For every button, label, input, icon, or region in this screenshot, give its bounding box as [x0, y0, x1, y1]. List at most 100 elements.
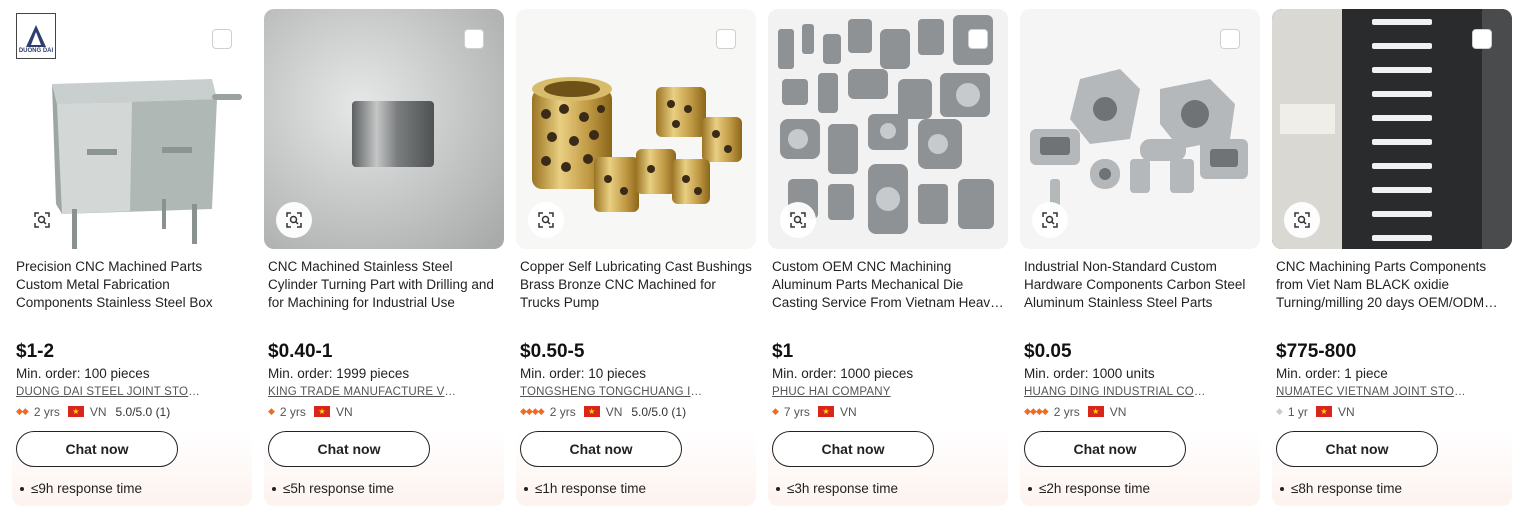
response-time: ≤2h response time	[1024, 481, 1256, 496]
product-image[interactable]: DUONG DAI	[12, 9, 252, 249]
supplier-link[interactable]: KING TRADE MANUFACTURE VIETNAM COMPANY	[268, 385, 458, 400]
product-price: $775-800	[1276, 341, 1357, 362]
bullet-icon	[1280, 486, 1284, 491]
min-order: Min. order: 10 pieces	[520, 366, 647, 381]
product-price: $0.50-5	[520, 341, 585, 362]
chat-now-button[interactable]: Chat now	[520, 431, 682, 467]
response-time-text: ≤3h response time	[787, 481, 898, 496]
supplier-meta: ◆◆◆◆ 2 yrs ★ VN	[1024, 404, 1256, 419]
product-card[interactable]: DUONG DAI Precision CNC Machined Parts C…	[12, 9, 252, 506]
brand-logo: DUONG DAI	[16, 13, 56, 59]
supplier-country: VN	[89, 404, 107, 419]
product-card[interactable]: Custom OEM CNC Machining Aluminum Parts …	[768, 9, 1008, 506]
response-time: ≤1h response time	[520, 481, 752, 496]
bullet-icon	[20, 486, 24, 491]
product-card[interactable]: CNC Machined Stainless Steel Cylinder Tu…	[264, 9, 504, 506]
select-checkbox[interactable]	[1220, 29, 1240, 49]
product-card[interactable]: Industrial Non-Standard Custom Hardware …	[1020, 9, 1260, 506]
response-time: ≤9h response time	[16, 481, 248, 496]
chat-now-button[interactable]: Chat now	[1024, 431, 1186, 467]
response-time-text: ≤1h response time	[535, 481, 646, 496]
bullet-icon	[1028, 486, 1032, 491]
supplier-link[interactable]: TONGSHENG TONGCHUANG INTELLIGENT	[520, 385, 710, 400]
product-card[interactable]: Copper Self Lubricating Cast Bushings Br…	[516, 9, 756, 506]
supplier-country: VN	[605, 404, 623, 419]
product-price: $1-2	[16, 341, 55, 362]
product-image[interactable]	[1272, 9, 1512, 249]
select-checkbox[interactable]	[716, 29, 736, 49]
product-image[interactable]	[1020, 9, 1260, 249]
product-title[interactable]: Industrial Non-Standard Custom Hardware …	[1024, 258, 1256, 312]
bullet-icon	[524, 486, 528, 491]
min-order: Min. order: 1000 units	[1024, 366, 1155, 381]
min-order: Min. order: 1 piece	[1276, 366, 1388, 381]
vietnam-flag-icon: ★	[313, 406, 330, 417]
bullet-icon	[776, 486, 780, 491]
bullet-icon	[272, 486, 276, 491]
min-order: Min. order: 100 pieces	[16, 366, 150, 381]
product-title[interactable]: CNC Machined Stainless Steel Cylinder Tu…	[268, 258, 500, 312]
supplier-rating: 5.0/5.0 (1)	[631, 404, 687, 419]
supplier-link[interactable]: HUANG DING INDUSTRIAL COMPANY LIMITED	[1024, 385, 1214, 400]
chat-now-button[interactable]: Chat now	[268, 431, 430, 467]
min-order: Min. order: 1000 pieces	[772, 366, 914, 381]
response-time-text: ≤5h response time	[283, 481, 394, 496]
supplier-years: 2 yrs	[279, 404, 306, 419]
min-order: Min. order: 1999 pieces	[268, 366, 410, 381]
image-search-icon[interactable]	[276, 202, 312, 238]
vietnam-flag-icon: ★	[1315, 406, 1332, 417]
product-image[interactable]	[768, 9, 1008, 249]
response-time-text: ≤8h response time	[1291, 481, 1402, 496]
image-search-icon[interactable]	[528, 202, 564, 238]
select-checkbox[interactable]	[464, 29, 484, 49]
response-time-text: ≤9h response time	[31, 481, 142, 496]
image-search-icon[interactable]	[24, 202, 60, 238]
supplier-meta: ◆ 7 yrs ★ VN	[772, 404, 1004, 419]
supplier-level-icon: ◆◆◆◆	[1024, 406, 1049, 416]
supplier-years: 2 yrs	[549, 404, 576, 419]
vietnam-flag-icon: ★	[67, 406, 84, 417]
product-price: $0.05	[1024, 341, 1072, 362]
image-search-icon[interactable]	[780, 202, 816, 238]
product-card[interactable]: CNC Machining Parts Components from Viet…	[1272, 9, 1512, 506]
select-checkbox[interactable]	[1472, 29, 1492, 49]
supplier-years: 2 yrs	[33, 404, 60, 419]
product-image[interactable]	[516, 9, 756, 249]
response-time-text: ≤2h response time	[1039, 481, 1150, 496]
supplier-years: 2 yrs	[1053, 404, 1080, 419]
chat-now-button[interactable]: Chat now	[16, 431, 178, 467]
vietnam-flag-icon: ★	[1087, 406, 1104, 417]
vietnam-flag-icon: ★	[583, 406, 600, 417]
supplier-link[interactable]: PHUC HAI COMPANY	[772, 385, 962, 400]
supplier-years: 7 yrs	[783, 404, 810, 419]
supplier-rating: 5.0/5.0 (1)	[115, 404, 171, 419]
select-checkbox[interactable]	[212, 29, 232, 49]
logo-text: DUONG DAI	[18, 48, 54, 54]
supplier-meta: ◆ 2 yrs ★ VN	[268, 404, 500, 419]
response-time: ≤5h response time	[268, 481, 500, 496]
chat-now-button[interactable]: Chat now	[772, 431, 934, 467]
product-title[interactable]: CNC Machining Parts Components from Viet…	[1276, 258, 1508, 312]
supplier-years: 1 yr	[1287, 404, 1308, 419]
product-title[interactable]: Copper Self Lubricating Cast Bushings Br…	[520, 258, 752, 312]
supplier-meta: ◆ 1 yr ★ VN	[1276, 404, 1508, 419]
product-title[interactable]: Precision CNC Machined Parts Custom Meta…	[16, 258, 248, 312]
supplier-country: VN	[1337, 404, 1355, 419]
product-image[interactable]	[264, 9, 504, 249]
chat-now-button[interactable]: Chat now	[1276, 431, 1438, 467]
vietnam-flag-icon: ★	[817, 406, 834, 417]
product-title[interactable]: Custom OEM CNC Machining Aluminum Parts …	[772, 258, 1004, 312]
image-search-icon[interactable]	[1032, 202, 1068, 238]
product-grid: DUONG DAI Precision CNC Machined Parts C…	[12, 9, 1512, 506]
supplier-meta: ◆◆◆◆ 2 yrs ★ VN 5.0/5.0 (1)	[520, 404, 752, 419]
supplier-link[interactable]: DUONG DAI STEEL JOINT STOCK COMPANY	[16, 385, 206, 400]
image-search-icon[interactable]	[1284, 202, 1320, 238]
supplier-level-icon: ◆◆	[16, 406, 29, 416]
supplier-country: VN	[1109, 404, 1127, 419]
select-checkbox[interactable]	[968, 29, 988, 49]
supplier-link[interactable]: NUMATEC VIETNAM JOINT STOCK COMPANY	[1276, 385, 1466, 400]
response-time: ≤3h response time	[772, 481, 1004, 496]
supplier-level-icon: ◆	[268, 406, 275, 416]
supplier-level-icon: ◆	[772, 406, 779, 416]
response-time: ≤8h response time	[1276, 481, 1508, 496]
